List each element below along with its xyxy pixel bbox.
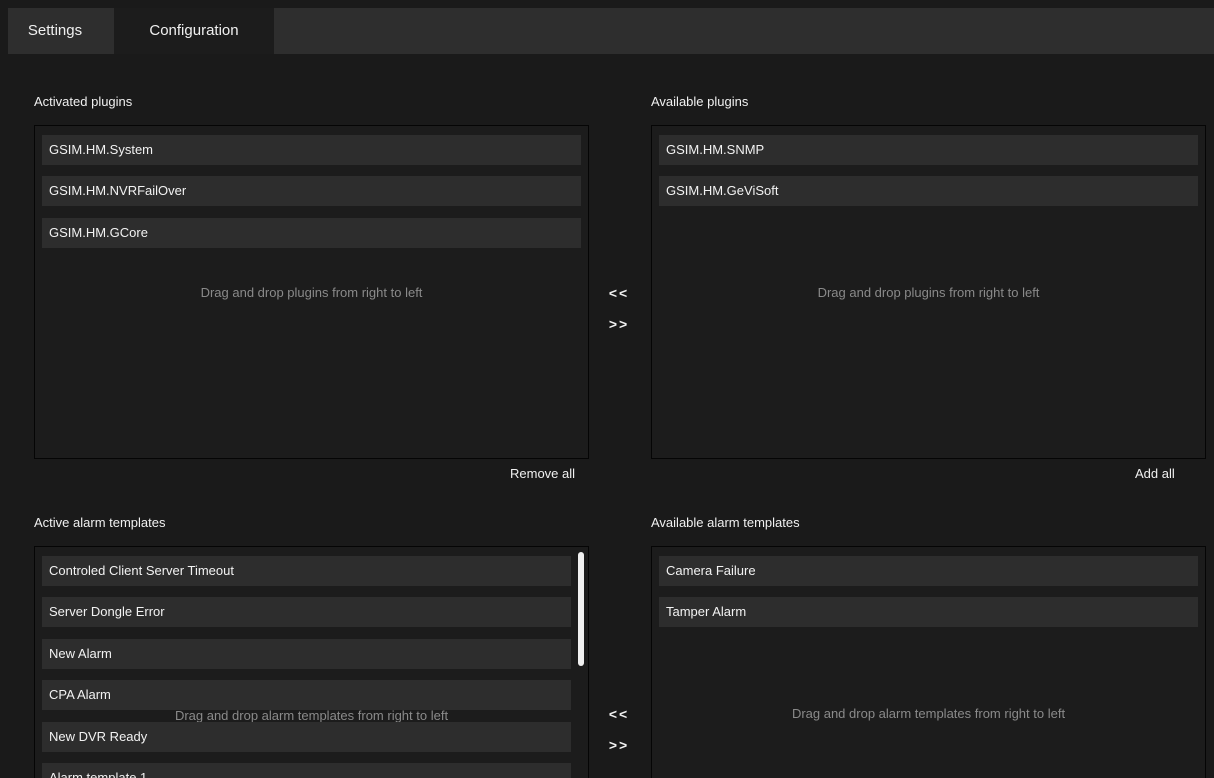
list-item[interactable]: GSIM.HM.GCore <box>42 218 581 248</box>
activated-plugins-title: Activated plugins <box>34 94 133 109</box>
list-item[interactable]: Alarm template 1 <box>42 763 571 778</box>
active-alarm-templates-scrollbar[interactable] <box>578 552 584 666</box>
tab-configuration[interactable]: Configuration <box>114 8 274 54</box>
available-plugins-hint: Drag and drop plugins from right to left <box>817 285 1040 300</box>
available-alarm-templates-list[interactable]: Camera Failure Tamper Alarm Drag and dro… <box>651 546 1206 778</box>
list-item[interactable]: Tamper Alarm <box>659 597 1198 627</box>
list-item[interactable]: New DVR Ready <box>42 722 571 752</box>
list-item[interactable]: New Alarm <box>42 639 571 669</box>
list-item[interactable]: CPA Alarm <box>42 680 571 710</box>
available-alarm-templates-title: Available alarm templates <box>651 515 800 530</box>
active-alarm-templates-list[interactable]: Drag and drop alarm templates from right… <box>34 546 589 778</box>
move-plugin-left-button[interactable]: << <box>604 285 634 301</box>
activated-plugins-hint: Drag and drop plugins from right to left <box>200 285 423 300</box>
available-plugins-list[interactable]: GSIM.HM.SNMP GSIM.HM.GeViSoft Drag and d… <box>651 125 1206 459</box>
active-alarm-templates-title: Active alarm templates <box>34 515 166 530</box>
remove-all-button[interactable]: Remove all <box>510 466 575 481</box>
list-item[interactable]: GSIM.HM.System <box>42 135 581 165</box>
list-item[interactable]: GSIM.HM.NVRFailOver <box>42 176 581 206</box>
list-item[interactable]: Camera Failure <box>659 556 1198 586</box>
add-all-button[interactable]: Add all <box>1135 466 1175 481</box>
active-alarm-templates-hint: Drag and drop alarm templates from right… <box>174 708 449 723</box>
list-item[interactable]: GSIM.HM.GeViSoft <box>659 176 1198 206</box>
move-alarm-template-right-button[interactable]: >> <box>604 737 634 753</box>
list-item[interactable]: Server Dongle Error <box>42 597 571 627</box>
move-plugin-right-button[interactable]: >> <box>604 316 634 332</box>
list-item[interactable]: GSIM.HM.SNMP <box>659 135 1198 165</box>
available-alarm-templates-hint: Drag and drop alarm templates from right… <box>791 706 1066 721</box>
list-item[interactable]: Controled Client Server Timeout <box>42 556 571 586</box>
activated-plugins-list[interactable]: GSIM.HM.System GSIM.HM.NVRFailOver GSIM.… <box>34 125 589 459</box>
configuration-page: Settings Configuration Activated plugins… <box>0 0 1214 778</box>
move-alarm-template-left-button[interactable]: << <box>604 706 634 722</box>
tab-settings[interactable]: Settings <box>18 8 92 54</box>
tab-bar: Settings Configuration <box>8 8 1214 54</box>
available-plugins-title: Available plugins <box>651 94 749 109</box>
